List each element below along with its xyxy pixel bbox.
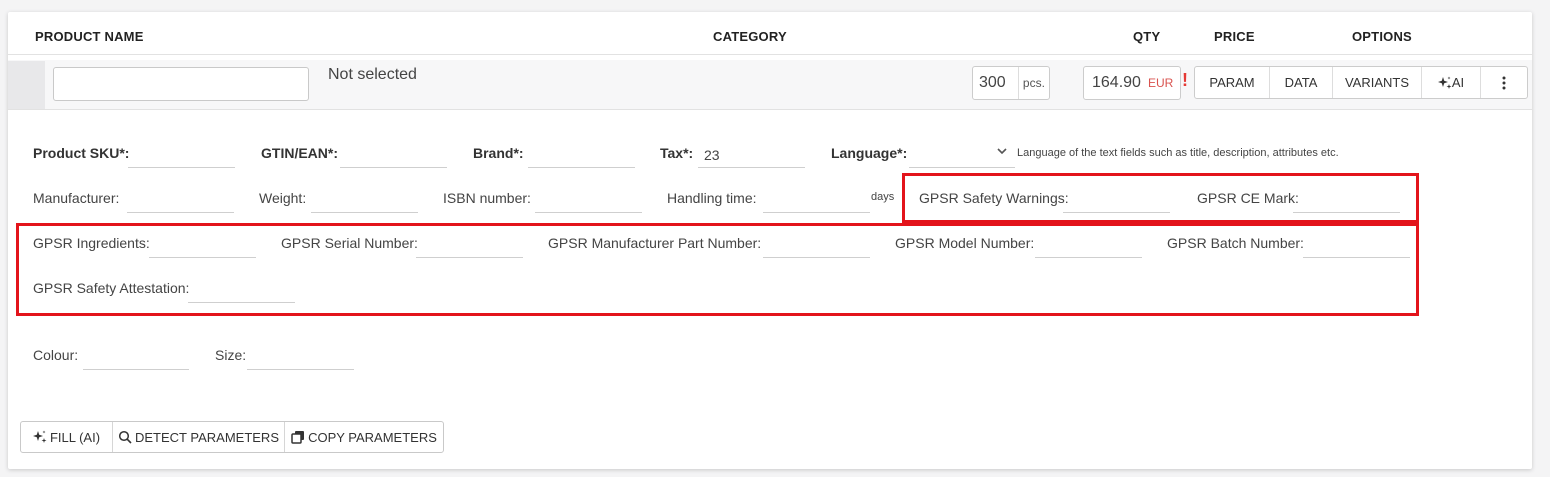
gtin-label: GTIN/EAN*: [261, 145, 338, 161]
ai-button-label: AI [1451, 75, 1465, 90]
isbn-label: ISBN number: [443, 190, 531, 206]
sku-input[interactable] [128, 142, 235, 168]
header-product-name: PRODUCT NAME [35, 29, 144, 44]
param-button[interactable]: PARAM [1195, 67, 1270, 98]
quantity-unit: pcs. [1017, 67, 1049, 99]
copy-parameters-button[interactable]: COPY PARAMETERS [285, 422, 443, 452]
copy-icon [291, 431, 305, 444]
header-qty: QTY [1133, 29, 1161, 44]
data-button[interactable]: DATA [1270, 67, 1333, 98]
detect-parameters-label: DETECT PARAMETERS [135, 429, 279, 445]
manufacturer-label: Manufacturer: [33, 190, 120, 206]
highlight-box-gpsr-main [16, 223, 1419, 316]
category-value[interactable]: Not selected [328, 66, 417, 84]
chevron-down-icon[interactable] [996, 145, 1008, 157]
header-price: PRICE [1214, 29, 1255, 44]
size-label: Size: [215, 347, 247, 363]
fill-ai-label: FILL (AI) [49, 429, 101, 445]
parameter-actions-group: FILL (AI) DETECT PARAMETERS COPY PARAMET… [20, 421, 444, 453]
price-alert-icon: ! [1182, 70, 1188, 90]
sku-label: Product SKU*: [33, 145, 130, 161]
weight-input[interactable] [311, 187, 418, 213]
highlight-box-gpsr-top [902, 173, 1419, 223]
handling-time-label: Handling time: [667, 190, 757, 206]
ai-button[interactable]: AI [1422, 67, 1481, 98]
sparkle-icon [32, 430, 47, 443]
gtin-input[interactable] [340, 142, 447, 168]
tax-label: Tax*: [660, 145, 694, 161]
brand-input[interactable] [528, 142, 635, 168]
header-options: OPTIONS [1352, 29, 1412, 44]
weight-label: Weight: [259, 190, 307, 206]
product-name-input[interactable] [53, 67, 309, 101]
quantity-value[interactable]: 300 [973, 74, 1018, 92]
variants-button[interactable]: VARIANTS [1333, 67, 1422, 98]
detect-parameters-button[interactable]: DETECT PARAMETERS [113, 422, 285, 452]
brand-label: Brand*: [473, 145, 524, 161]
isbn-input[interactable] [535, 187, 642, 213]
colour-label: Colour: [33, 347, 79, 363]
row-divider [8, 109, 1532, 110]
handling-time-input[interactable] [763, 187, 870, 213]
sparkle-icon [1437, 76, 1452, 89]
options-button-group: PARAM DATA VARIANTS AI [1194, 66, 1528, 99]
header-divider [8, 54, 1532, 55]
more-options-button[interactable] [1481, 67, 1527, 98]
handling-time-unit: days [871, 191, 895, 203]
price-field[interactable]: 164.90 EUR [1083, 66, 1181, 100]
size-input[interactable] [247, 344, 354, 370]
language-label: Language*: [831, 145, 908, 161]
price-currency: EUR [1148, 76, 1174, 90]
vertical-ellipsis-icon [1502, 76, 1506, 89]
quantity-field[interactable]: 300 pcs. [972, 66, 1050, 100]
row-handle[interactable] [8, 61, 45, 109]
manufacturer-input[interactable] [127, 187, 234, 213]
fill-ai-button[interactable]: FILL (AI) [21, 422, 113, 452]
tax-input[interactable]: 23 [698, 142, 805, 168]
copy-parameters-label: COPY PARAMETERS [308, 429, 437, 445]
price-value[interactable]: 164.90 [1084, 74, 1148, 92]
language-hint: Language of the text fields such as titl… [1017, 147, 1339, 159]
colour-input[interactable] [83, 344, 189, 370]
search-icon [118, 430, 132, 444]
header-category: CATEGORY [713, 29, 787, 44]
